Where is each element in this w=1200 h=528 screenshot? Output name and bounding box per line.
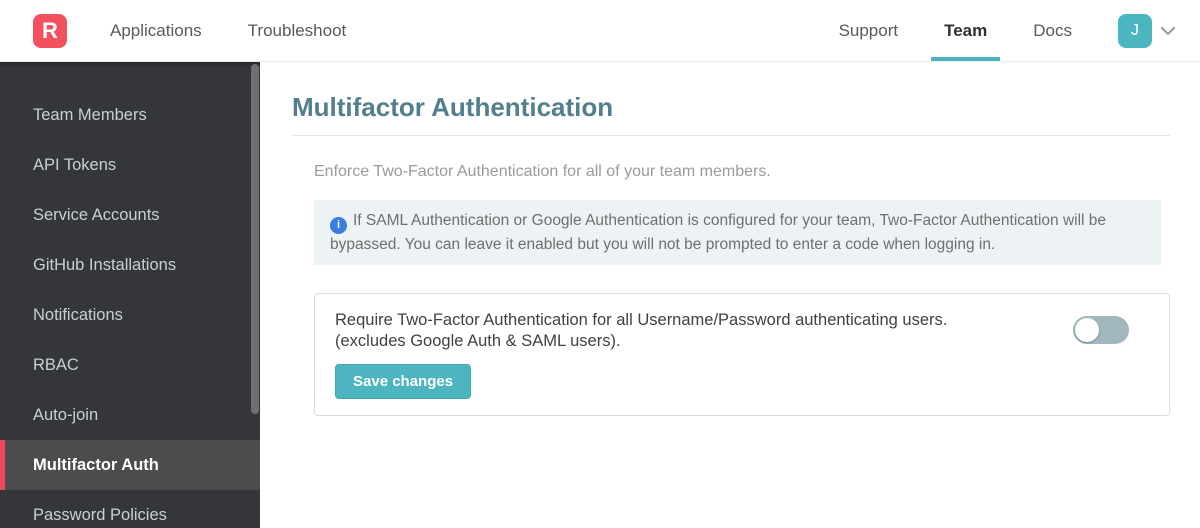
- sidebar-item-api-tokens[interactable]: API Tokens: [0, 140, 260, 190]
- rollbar-logo[interactable]: R: [33, 13, 67, 48]
- info-icon: i: [330, 217, 347, 234]
- two-factor-setting-card: Require Two-Factor Authentication for al…: [314, 293, 1170, 416]
- nav-item-troubleshoot[interactable]: Troubleshoot: [246, 0, 349, 61]
- setting-description-line2: (excludes Google Auth & SAML users).: [335, 332, 621, 350]
- nav-item-docs[interactable]: Docs: [1031, 0, 1074, 61]
- nav-item-support[interactable]: Support: [837, 0, 901, 61]
- sidebar-item-multifactor-auth[interactable]: Multifactor Auth: [0, 440, 260, 490]
- primary-nav: Applications Troubleshoot: [108, 0, 390, 61]
- nav-item-team[interactable]: Team: [931, 0, 1001, 61]
- save-changes-button[interactable]: Save changes: [335, 364, 472, 399]
- sidebar-item-team-members[interactable]: Team Members: [0, 90, 260, 140]
- info-banner-text: If SAML Authentication or Google Authent…: [330, 212, 1107, 253]
- sidebar-item-rbac[interactable]: RBAC: [0, 340, 260, 390]
- settings-sidebar: Team Members API Tokens Service Accounts…: [0, 62, 260, 528]
- toggle-knob: [1075, 318, 1099, 342]
- section-subtitle: Enforce Two-Factor Authentication for al…: [314, 163, 771, 180]
- setting-left-column: Require Two-Factor Authentication for al…: [335, 310, 947, 399]
- two-factor-toggle[interactable]: [1073, 316, 1129, 344]
- sidebar-item-password-policies[interactable]: Password Policies: [0, 490, 260, 528]
- page-body: Team Members API Tokens Service Accounts…: [0, 62, 1200, 528]
- sidebar-item-github-installations[interactable]: GitHub Installations: [0, 240, 260, 290]
- main-content: Multifactor Authentication Enforce Two-F…: [260, 62, 1200, 528]
- setting-description: Require Two-Factor Authentication for al…: [335, 310, 947, 352]
- info-banner: i If SAML Authentication or Google Authen…: [314, 200, 1161, 265]
- sidebar-item-service-accounts[interactable]: Service Accounts: [0, 190, 260, 240]
- settings-section: Enforce Two-Factor Authentication for al…: [314, 162, 1170, 416]
- setting-description-line1: Require Two-Factor Authentication for al…: [335, 311, 948, 329]
- top-nav-bar: R Applications Troubleshoot Support Team…: [0, 0, 1200, 62]
- avatar[interactable]: J: [1118, 13, 1152, 48]
- sidebar-item-auto-join[interactable]: Auto-join: [0, 390, 260, 440]
- nav-item-applications[interactable]: Applications: [108, 0, 204, 61]
- user-menu[interactable]: J: [1118, 13, 1176, 48]
- secondary-nav: Support Team Docs J: [795, 0, 1176, 61]
- title-divider: [292, 135, 1170, 136]
- sidebar-scrollbar-thumb[interactable]: [251, 64, 259, 414]
- sidebar-item-notifications[interactable]: Notifications: [0, 290, 260, 340]
- page-title: Multifactor Authentication: [292, 92, 614, 122]
- chevron-down-icon: [1160, 26, 1176, 36]
